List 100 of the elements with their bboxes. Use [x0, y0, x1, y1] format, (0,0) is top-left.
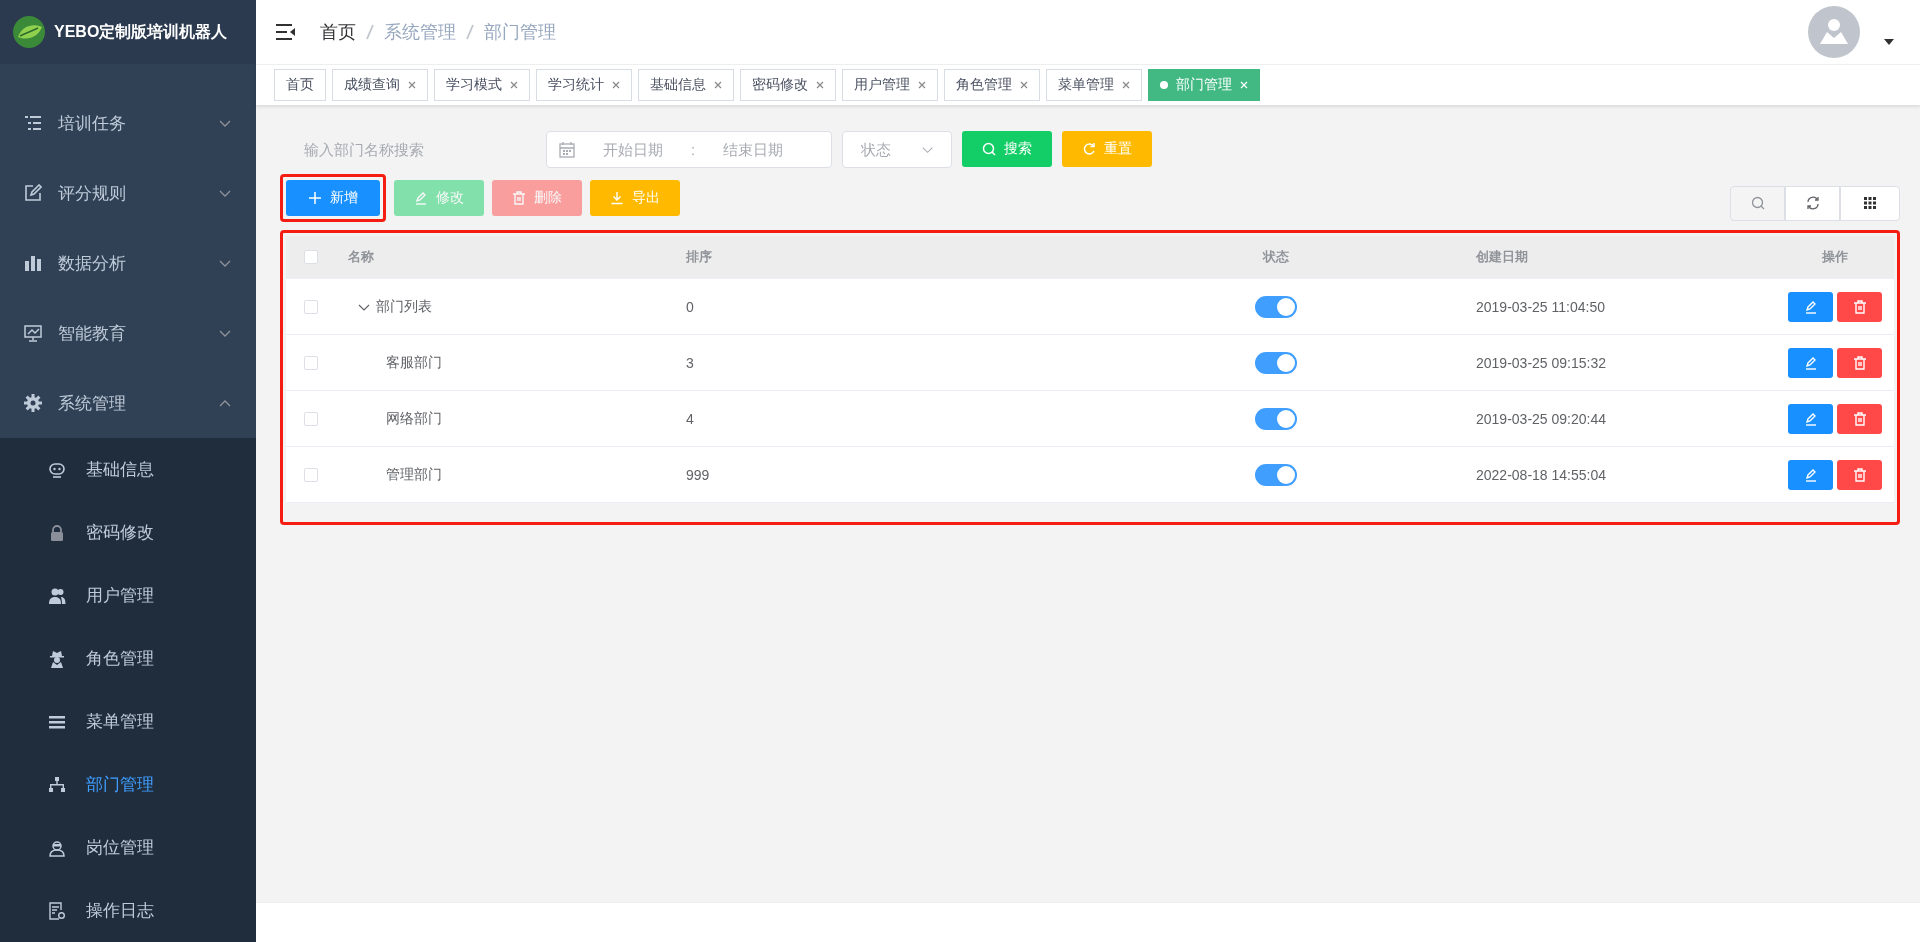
settings-icon	[24, 394, 42, 412]
search-field[interactable]: 输入部门名称搜索	[286, 131, 536, 168]
tab[interactable]: 成绩查询	[332, 69, 428, 101]
table-cell-text: 2022-08-18 14:55:04	[1476, 466, 1607, 483]
edit-button[interactable]	[1788, 291, 1833, 322]
edit-button[interactable]	[1788, 403, 1833, 434]
status-select[interactable]: 状态	[842, 131, 952, 168]
pencil-icon	[414, 191, 428, 205]
edit-button[interactable]	[1788, 347, 1833, 378]
bar-chart-icon	[24, 254, 42, 272]
start-date-input[interactable]: 开始日期	[583, 141, 683, 158]
sidebar-menu-item[interactable]: 评分规则	[0, 158, 256, 228]
submenu-item[interactable]: 操作日志	[0, 879, 256, 942]
checkbox[interactable]	[304, 411, 318, 426]
close-icon[interactable]	[1122, 81, 1130, 89]
close-icon[interactable]	[1020, 81, 1028, 89]
tab[interactable]: 用户管理	[842, 69, 938, 101]
breadcrumb-separator	[466, 24, 474, 40]
checkbox[interactable]	[304, 467, 318, 482]
app-title: YEBO定制版培训机器人	[54, 21, 228, 42]
table-cell-text: 2019-03-25 09:20:44	[1476, 410, 1607, 427]
delete-button[interactable]	[1837, 459, 1882, 490]
toggle-switch[interactable]	[1255, 295, 1297, 318]
trash-icon	[1852, 467, 1867, 482]
trash-icon	[1852, 355, 1867, 370]
submenu-item[interactable]: 部门管理	[0, 753, 256, 816]
search-toggle-button[interactable]	[1730, 185, 1785, 221]
close-icon[interactable]	[408, 81, 416, 89]
end-date-input[interactable]: 结束日期	[703, 141, 804, 158]
caret-icon	[1884, 39, 1894, 45]
table-cell-text: 999	[686, 466, 711, 483]
checkbox[interactable]	[304, 250, 318, 264]
checkbox[interactable]	[304, 355, 318, 370]
submenu-item[interactable]: 菜单管理	[0, 690, 256, 753]
pencil-icon	[1803, 411, 1818, 426]
edit-button[interactable]	[1788, 459, 1833, 490]
submenu-item[interactable]: 密码修改	[0, 501, 256, 564]
trash-icon	[512, 191, 526, 205]
plus-icon	[308, 191, 322, 205]
table-cell-text: 2019-03-25 09:15:32	[1476, 354, 1607, 371]
toggle-switch[interactable]	[1255, 463, 1297, 486]
date-separator: :	[691, 141, 696, 158]
tab[interactable]: 学习模式	[434, 69, 530, 101]
pencil-icon	[1803, 467, 1818, 482]
menu-toggle-icon	[276, 23, 296, 41]
search-icon	[982, 142, 996, 156]
columns-button[interactable]	[1840, 185, 1900, 221]
submenu-item[interactable]: 基础信息	[0, 438, 256, 501]
trash-icon	[1852, 299, 1867, 314]
table-cell: 客服部门	[386, 353, 442, 372]
sidebar-menu-item[interactable]: 系统管理	[0, 368, 256, 438]
table-cell-text: 4	[686, 410, 695, 427]
edit-icon	[24, 184, 42, 202]
avatar	[1808, 6, 1860, 58]
refresh-icon	[1805, 196, 1820, 210]
pencil-icon	[1803, 299, 1818, 314]
download-icon	[610, 191, 624, 205]
submenu-item[interactable]: 用户管理	[0, 564, 256, 627]
robot-icon	[48, 460, 66, 479]
sidebar-menu-item[interactable]: 智能教育	[0, 298, 256, 368]
search-icon	[1750, 196, 1765, 210]
sidebar-menu-item[interactable]: 培训任务	[0, 88, 256, 158]
checkbox[interactable]	[304, 299, 318, 314]
breadcrumb-separator	[366, 24, 374, 40]
table-cell: 管理部门	[386, 465, 442, 484]
submenu-item[interactable]: 岗位管理	[0, 816, 256, 879]
toggle-switch[interactable]	[1255, 407, 1297, 430]
refresh-icon	[1082, 142, 1096, 156]
sidebar-menu-item[interactable]: 数据分析	[0, 228, 256, 298]
toggle-switch[interactable]	[1255, 351, 1297, 374]
delete-button[interactable]	[1837, 347, 1882, 378]
pencil-icon	[1803, 355, 1818, 370]
tab[interactable]: 学习统计	[536, 69, 632, 101]
status-input[interactable]: 状态	[843, 141, 922, 158]
monitor-icon	[24, 324, 42, 342]
delete-button[interactable]	[1837, 291, 1882, 322]
close-icon[interactable]	[918, 81, 926, 89]
table-cell: 网络部门	[386, 409, 442, 428]
close-icon[interactable]	[612, 81, 620, 89]
column-header: 状态	[1263, 248, 1289, 266]
trash-icon	[1852, 411, 1867, 426]
close-icon[interactable]	[714, 81, 722, 89]
close-icon[interactable]	[816, 81, 824, 89]
column-header: 操作	[1822, 248, 1848, 266]
breadcrumb-item[interactable]: 首页	[320, 20, 356, 44]
tab[interactable]: 基础信息	[638, 69, 734, 101]
close-icon[interactable]	[510, 81, 518, 89]
tab[interactable]: 菜单管理	[1046, 69, 1142, 101]
tab[interactable]: 首页	[274, 69, 326, 101]
grid-icon	[1864, 197, 1876, 209]
delete-button[interactable]	[1837, 403, 1882, 434]
submenu-item[interactable]: 角色管理	[0, 627, 256, 690]
leaf-logo-icon	[12, 15, 46, 49]
table-cell-text: 0	[686, 298, 695, 315]
users-icon	[48, 586, 66, 605]
table-cell: 部门列表	[376, 297, 432, 316]
calendar-icon	[559, 141, 575, 158]
tab[interactable]: 角色管理	[944, 69, 1040, 101]
tab[interactable]: 密码修改	[740, 69, 836, 101]
hierarchy-icon	[48, 775, 66, 794]
